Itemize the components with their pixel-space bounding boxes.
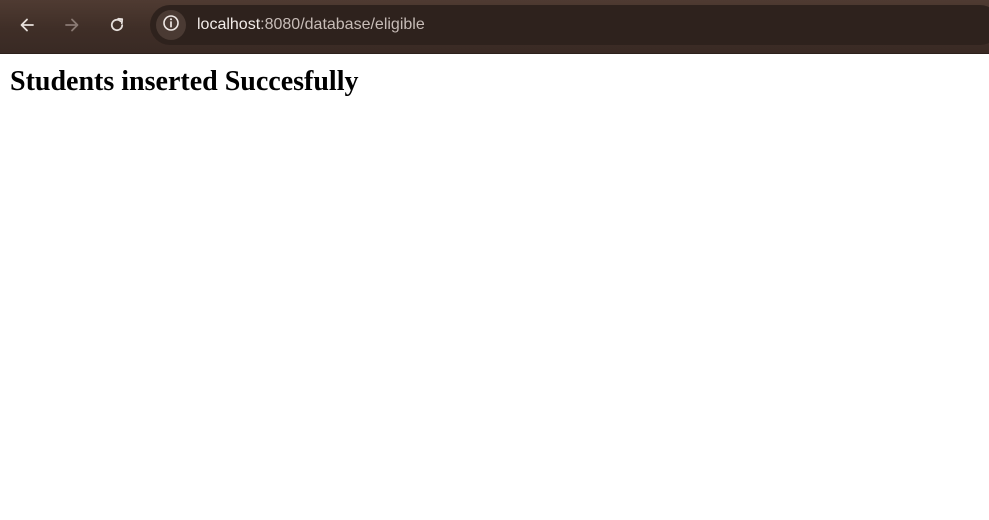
back-button[interactable]	[10, 8, 44, 42]
url-path: :8080/database/eligible	[260, 16, 425, 33]
arrow-right-icon	[63, 16, 81, 34]
page-heading: Students inserted Succesfully	[10, 66, 359, 97]
reload-icon	[108, 16, 126, 34]
info-circle-icon	[162, 14, 180, 37]
site-info-button[interactable]	[156, 10, 186, 40]
page-content: Students inserted Succesfully	[0, 54, 989, 520]
forward-button[interactable]	[55, 8, 89, 42]
reload-button[interactable]	[100, 8, 134, 42]
arrow-left-icon	[18, 16, 36, 34]
url-host: localhost	[197, 16, 261, 33]
url-text[interactable]: localhost:8080/database/eligible	[197, 5, 425, 45]
address-bar[interactable]: localhost:8080/database/eligible	[150, 5, 989, 45]
browser-toolbar: localhost:8080/database/eligible	[0, 0, 989, 54]
